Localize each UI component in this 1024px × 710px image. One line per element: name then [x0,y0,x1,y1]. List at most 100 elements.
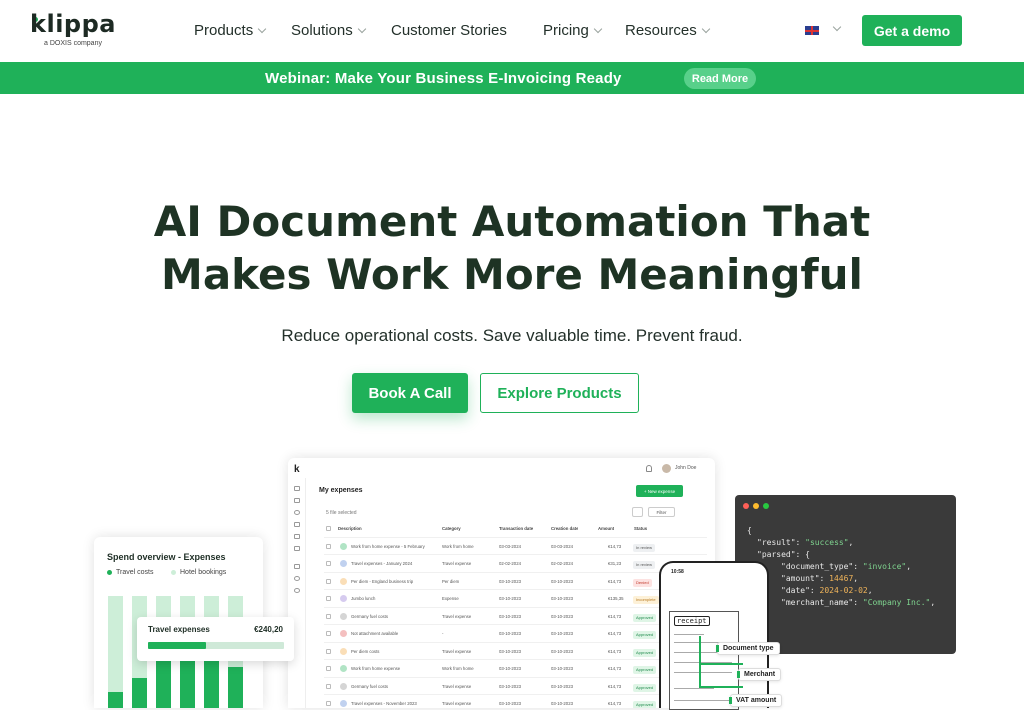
json-open: { [747,526,752,535]
cell-amount: €14,73 [608,683,622,689]
expenses-app-mockup: k John Doe My expenses + New expense 5 f… [288,458,715,708]
rail-chart-icon [294,534,300,539]
cell-category: Travel expense [442,683,472,689]
nav-resources[interactable]: Resources [625,22,710,39]
col-status: Status [634,526,648,531]
json-merchant-key: "merchant_name" [781,598,854,607]
travel-bar [204,661,219,708]
checkbox-icon [326,596,331,601]
hero-title: AI Document Automation That Makes Work M… [0,195,1024,301]
json-result-key: "result" [757,538,796,547]
explore-products-button[interactable]: Explore Products [480,373,639,413]
cell-transaction-date: 03-10-2023 [499,683,521,689]
travel-bar [180,661,195,708]
banner-text: Webinar: Make Your Business E-Invoicing … [265,70,622,87]
cell-creation-date: 03-10-2023 [551,648,573,654]
checkbox-icon [326,648,331,654]
row-type-icon [340,630,347,637]
cell-category: Work from home [442,666,474,671]
travel-progress-track [148,642,284,649]
app-sidebar [288,478,306,708]
row-type-icon [340,612,347,620]
status-badge: Approved [633,613,657,622]
checkbox-icon [326,613,331,619]
nav-products[interactable]: Products [194,22,267,39]
travel-bar [132,678,147,708]
cell-creation-date: 03-10-2023 [551,701,573,706]
book-a-call-button[interactable]: Book A Call [352,373,468,413]
phone-mockup: 10:58 receipt [659,561,769,710]
status-badge: In review [633,561,656,569]
get-demo-button[interactable]: Get a demo [862,15,962,46]
cell-transaction-date: 02-02-2024 [499,561,521,566]
nav-pricing-label: Pricing [543,22,589,39]
col-transaction-date: Transaction date [499,526,534,531]
checkbox-icon [326,701,331,706]
cell-amount: €31,23 [608,561,622,566]
legend-dot-icon [107,570,112,575]
table-header: Description Category Transaction date Cr… [324,520,707,538]
klippa-logo[interactable]: klippa a DOXIS company [30,10,116,47]
cell-amount: €14,73 [608,648,622,654]
cell-creation-date: 03-10-2023 [551,613,573,619]
cell-description: Jumbo lunch [351,596,376,601]
window-minimize-dot [753,503,759,509]
col-amount: Amount [598,526,615,531]
tag-document-type: Document type [716,642,780,655]
chevron-down-icon [593,24,603,33]
connector-line [699,686,743,688]
status-badge: In review [633,543,656,552]
cell-transaction-date: 03-10-2023 [499,701,521,706]
cell-amount: €14,73 [608,666,622,671]
table-row: Travel expenses - November 2023 Travel ex… [324,695,707,708]
rail-receipt-icon [294,486,300,491]
row-type-icon [340,577,347,585]
cell-description: Germany fuel costs [351,613,389,619]
table-row: Work from home expense - 5 February Work … [324,538,707,555]
uk-flag-icon[interactable] [805,26,819,35]
legend-travel: Travel costs [107,569,153,576]
bell-icon [646,465,652,472]
nav-customer-stories[interactable]: Customer Stories [391,22,507,39]
cell-creation-date: 03-10-2023 [551,666,573,671]
connector-line [699,636,701,686]
nav-resources-label: Resources [625,22,697,39]
site-header: klippa a DOXIS company Products Solution… [0,0,1024,62]
tag-merchant: Merchant [736,668,782,681]
nav-pricing[interactable]: Pricing [543,22,603,39]
json-amount-value: 14467 [829,574,854,583]
receipt-image: receipt [669,611,739,710]
cell-category: Travel expense [442,561,472,566]
cell-description: Work from home expense [351,666,401,671]
rail-card-icon [294,498,300,503]
hero-title-line2: Makes Work More Meaningful [161,250,863,299]
cell-transaction-date: 03-03-2024 [499,543,521,549]
col-creation-date: Creation date [551,526,579,531]
cell-category: Travel expense [442,701,472,706]
filter-button: Filter [648,507,675,517]
col-category: Category [442,526,461,531]
legend-hotel-label: Hotel bookings [180,569,227,576]
col-description: Description [338,526,362,531]
receipt-line [674,672,732,673]
tag-vat-amount: VAT amount [728,694,783,707]
cell-category: Travel expense [442,613,472,619]
chevron-down-icon[interactable] [832,22,842,32]
avatar [662,464,671,473]
new-expense-button: + New expense [636,485,683,497]
checkbox-icon [326,543,331,549]
legend-dot-icon [171,570,176,575]
cell-amount: €14,73 [608,701,622,706]
status-badge: Incomplete [633,596,659,604]
read-more-button[interactable]: Read More [684,68,756,89]
rail-settings-icon [294,576,300,581]
chevron-down-icon [257,24,267,33]
cell-transaction-date: 03-10-2023 [499,578,521,584]
row-type-icon [340,542,347,550]
rail-clock-icon [294,510,300,515]
cell-creation-date: 02-02-2024 [551,561,573,566]
travel-progress-fill [148,642,206,649]
row-type-icon [340,560,347,567]
nav-solutions[interactable]: Solutions [291,22,366,39]
connector-line [699,663,743,665]
